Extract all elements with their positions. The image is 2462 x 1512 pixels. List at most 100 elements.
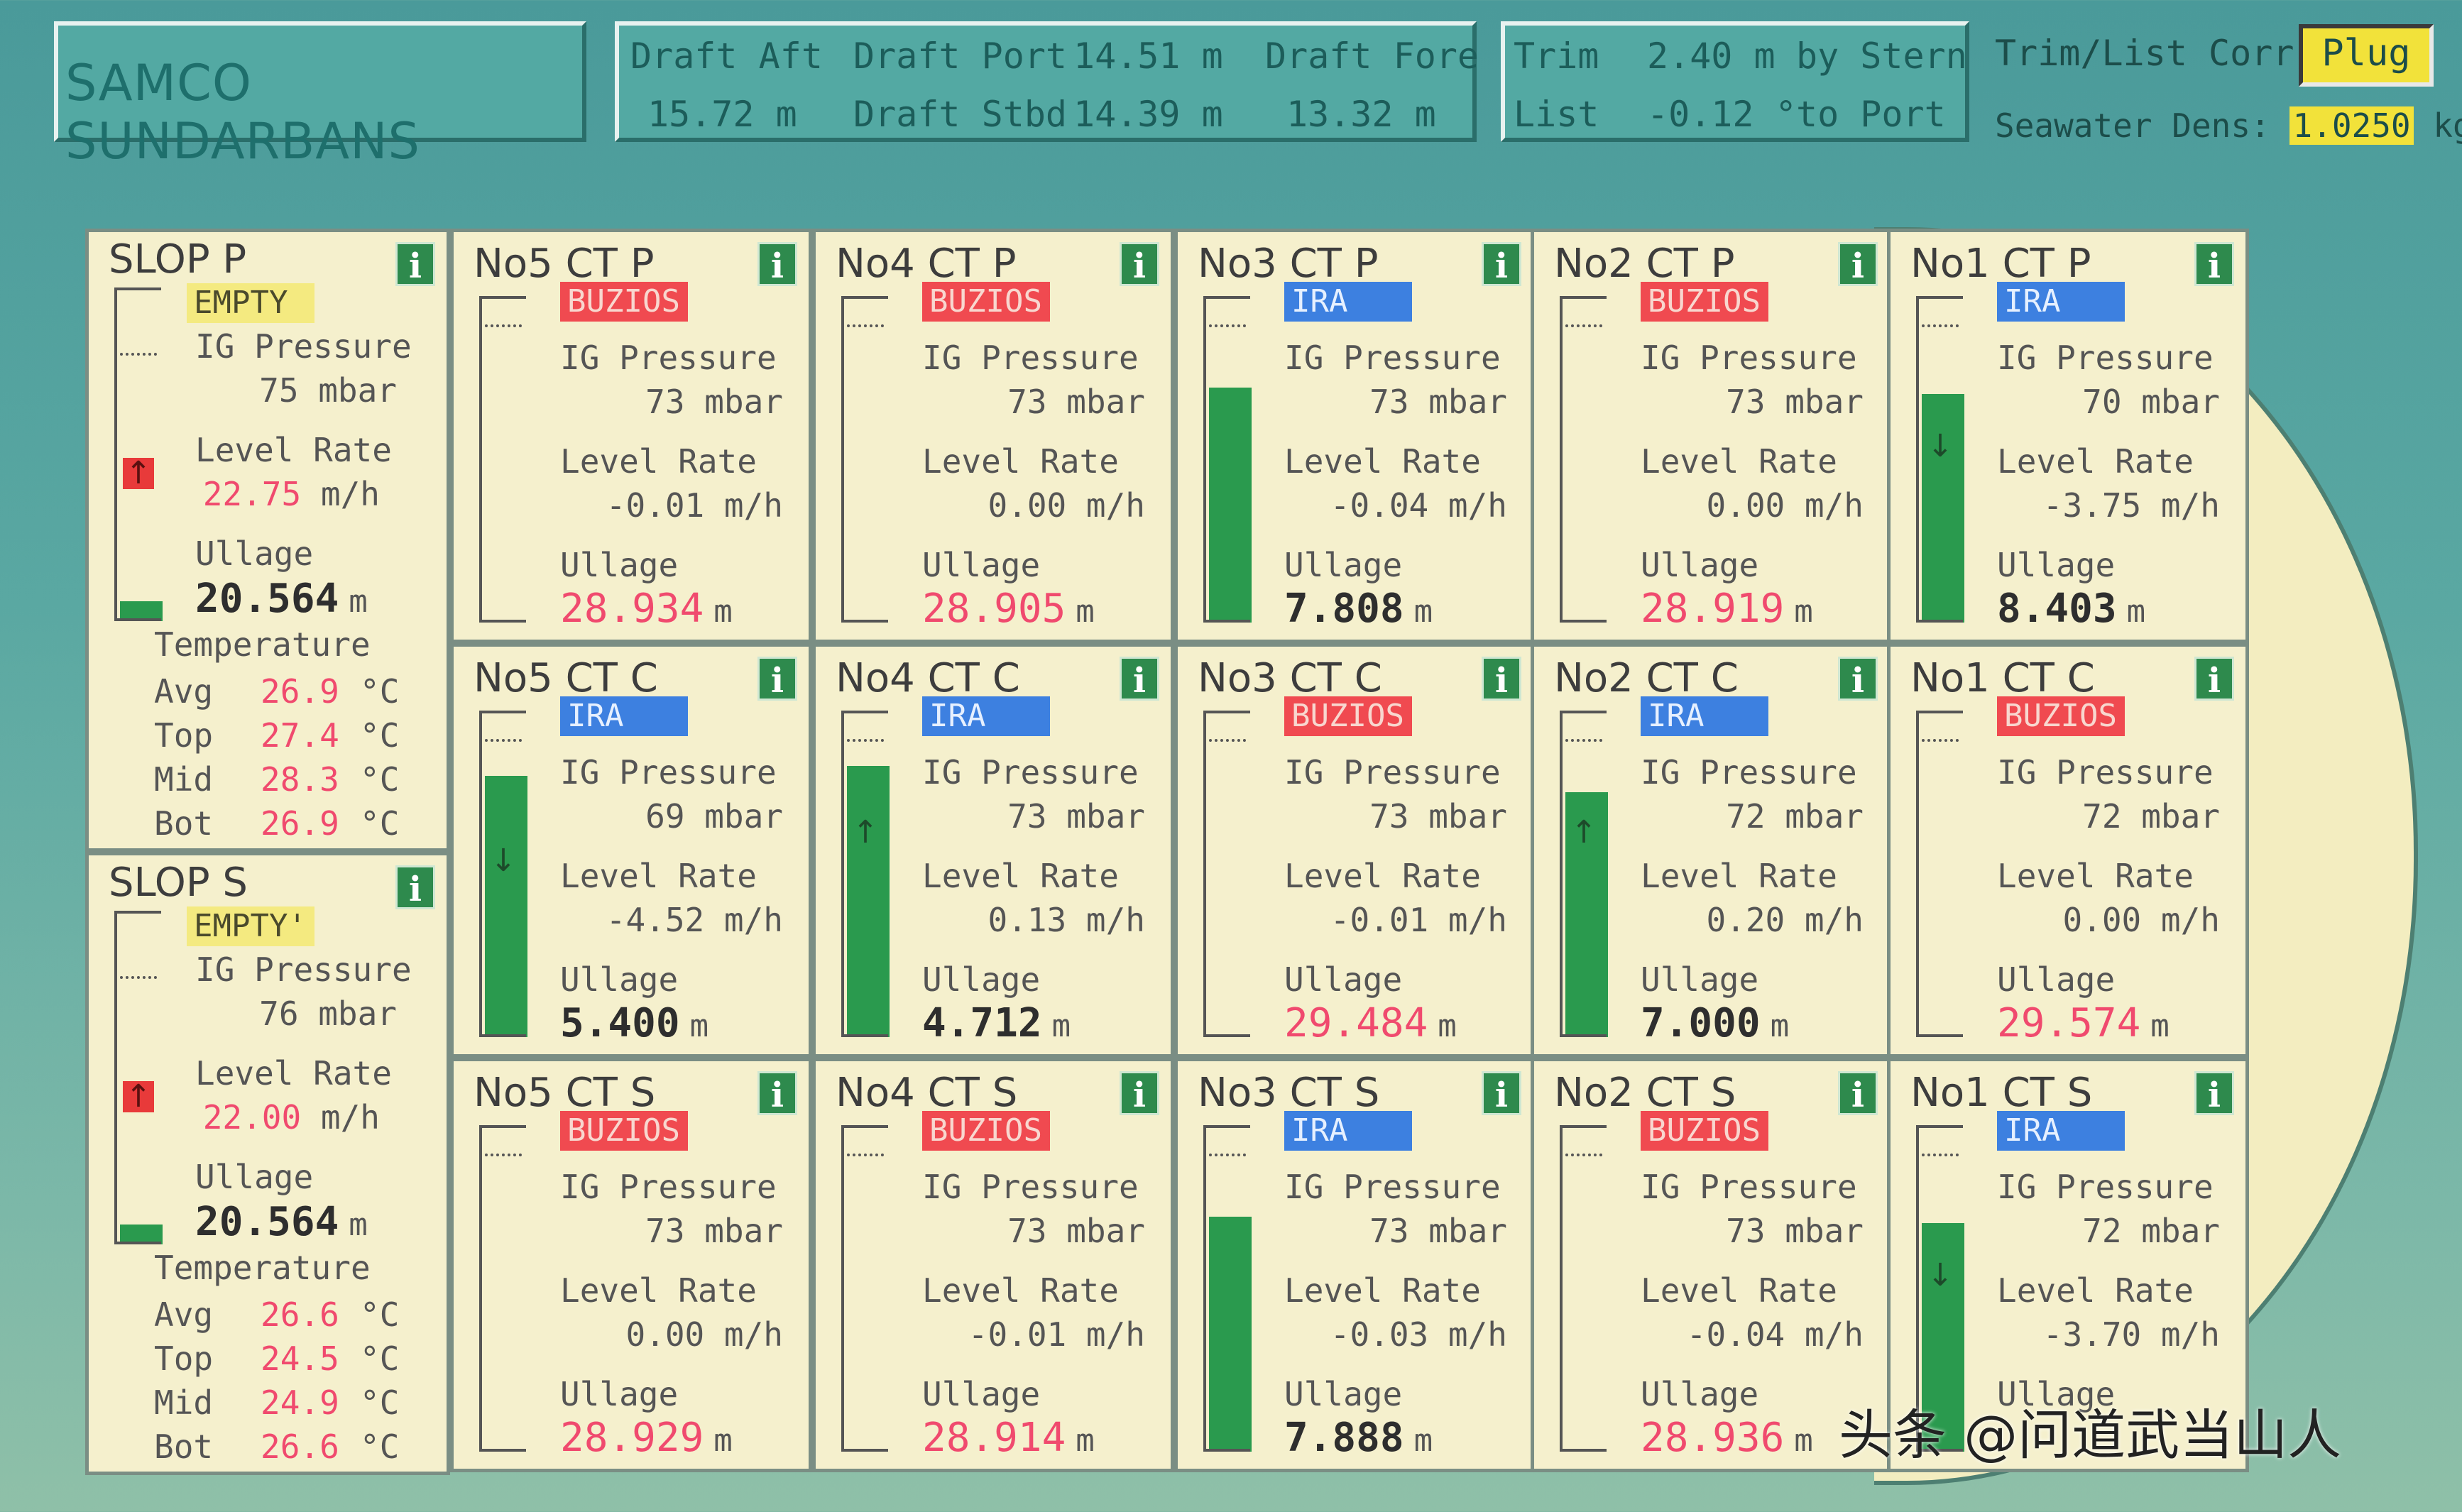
ig-pressure-value: 72 mbar (2082, 797, 2220, 836)
info-icon[interactable]: i (2194, 657, 2234, 701)
ullage-value: 8.403 m (1997, 586, 2145, 632)
level-gauge (1560, 296, 1608, 623)
level-rate-value: -4.52 m/h (606, 901, 783, 939)
gauge-top-tick (117, 287, 161, 290)
level-rate-label: Level Rate (922, 442, 1119, 481)
level-gauge (1916, 711, 1964, 1037)
gauge-top-tick (1919, 711, 1963, 713)
tank-slop-p[interactable]: SLOP P i EMPTY ↑ IG Pressure 75 mbar Lev… (85, 229, 450, 852)
ullage-number: 5.400 (560, 1000, 680, 1046)
gauge-alarm-mark (1209, 1154, 1246, 1156)
tank-cell[interactable]: No3 CT S i IRA IG Pressure 73 mbar Level Rate… (1174, 1058, 1536, 1472)
info-icon[interactable]: i (395, 242, 435, 286)
tank-cell[interactable]: No4 CT C i IRA ↑ IG Pressure 73 mbar Level Rat… (812, 643, 1174, 1058)
level-gauge (1203, 296, 1252, 623)
ig-pressure-label: IG Pressure (1284, 1168, 1501, 1206)
info-icon[interactable]: i (757, 242, 797, 286)
cargo-grade-badge: IRA (560, 696, 688, 736)
gauge-bottom-tick (844, 620, 888, 623)
tank-name: No1 CT C (1910, 655, 2095, 701)
info-icon[interactable]: i (2194, 1071, 2234, 1115)
tank-cell[interactable]: No4 CT S i BUZIOS IG Pressure 73 mbar Level R… (812, 1058, 1174, 1472)
info-icon[interactable]: i (395, 865, 435, 909)
temp-unit: °C (360, 1295, 400, 1334)
seawater-dens-value[interactable]: 1.0250 (2289, 106, 2414, 145)
ullage-number: 29.574 (1997, 1000, 2141, 1046)
tank-cell[interactable]: No5 CT P i BUZIOS IG Pressure 73 mbar Level R… (450, 229, 812, 643)
gauge-bottom-tick (117, 1242, 161, 1244)
tank-cell[interactable]: No1 CT P i IRA ↓ IG Pressure 70 mbar Level Rat… (1887, 229, 2249, 643)
ullage-value: 20.564 m (195, 1199, 368, 1245)
tank-cell[interactable]: No4 CT P i BUZIOS IG Pressure 73 mbar Level R… (812, 229, 1174, 643)
tank-cell[interactable]: No3 CT C i BUZIOS IG Pressure 73 mbar Level R… (1174, 643, 1536, 1058)
temp-unit: °C (360, 716, 400, 755)
ullage-number: 29.484 (1284, 1000, 1428, 1046)
gauge-top-tick (1206, 296, 1250, 299)
tank-cell[interactable]: No2 CT C i IRA ↑ IG Pressure 72 mbar Level Rat… (1531, 643, 1893, 1058)
level-rate-label: Level Rate (195, 1054, 392, 1092)
level-gauge (1203, 1125, 1252, 1452)
level-rate-unit: m/h (320, 475, 380, 513)
seawater-dens-row: Seawater Dens: 1.0250 kg/l (1995, 106, 2462, 145)
level-rate-value: -3.75 m/h (2042, 486, 2220, 525)
level-gauge (479, 1125, 527, 1452)
ig-pressure-value: 73 mbar (1369, 797, 1507, 836)
ullage-label: Ullage (560, 960, 679, 999)
info-icon[interactable]: i (1120, 1071, 1159, 1115)
level-rate-label: Level Rate (1284, 1271, 1481, 1310)
temp-avg-label: Avg (154, 1295, 214, 1334)
arrow-down-icon: ↓ (1927, 1257, 1954, 1293)
level-rate-value: -0.04 m/h (1686, 1315, 1864, 1354)
info-icon[interactable]: i (757, 1071, 797, 1115)
ig-pressure-label: IG Pressure (922, 339, 1139, 377)
tank-name: No4 CT C (836, 655, 1020, 701)
tank-cell[interactable]: No1 CT C i BUZIOS IG Pressure 72 mbar Level R… (1887, 643, 2249, 1058)
info-icon[interactable]: i (1482, 242, 1521, 286)
tank-cell[interactable]: No5 CT C i IRA ↓ IG Pressure 69 mbar Level Rat… (450, 643, 812, 1058)
ullage-label: Ullage (1997, 546, 2116, 584)
info-icon[interactable]: i (1482, 1071, 1521, 1115)
level-gauge: ↑ (841, 711, 890, 1037)
info-icon[interactable]: i (1482, 657, 1521, 701)
level-gauge: ↑ (114, 911, 163, 1244)
level-rate-label: Level Rate (560, 1271, 757, 1310)
info-icon[interactable]: i (1838, 1071, 1878, 1115)
level-rate-number: 22.00 (202, 1098, 302, 1136)
ullage-number: 28.936 (1641, 1415, 1785, 1461)
tank-name: No4 CT S (836, 1070, 1018, 1116)
trim-label: Trim (1514, 35, 1599, 77)
tank-cell[interactable]: No3 CT P i IRA IG Pressure 73 mbar Level Rate… (1174, 229, 1536, 643)
temp-unit: °C (360, 1428, 400, 1466)
tank-status: EMPTY' (187, 906, 314, 946)
temp-unit: °C (360, 760, 400, 799)
ullage-label: Ullage (1641, 960, 1759, 999)
level-rate-value: 22.75 m/h (203, 475, 380, 513)
ullage-value: 7.888 m (1284, 1415, 1433, 1461)
draft-stbd-value: 14.39 m (1073, 94, 1223, 135)
level-rate-value: 0.00 m/h (987, 486, 1145, 525)
tank-cell[interactable]: No5 CT S i BUZIOS IG Pressure 73 mbar Level R… (450, 1058, 812, 1472)
info-icon[interactable]: i (757, 657, 797, 701)
info-icon[interactable]: i (1838, 657, 1878, 701)
gauge-alarm-mark (1922, 739, 1959, 742)
info-icon[interactable]: i (1120, 242, 1159, 286)
info-icon[interactable]: i (1120, 657, 1159, 701)
draft-stbd-label: Draft Stbd (853, 94, 1068, 135)
trim-list-corr-plug[interactable]: Plug (2299, 24, 2434, 87)
gauge-bottom-tick (1919, 620, 1963, 623)
level-gauge (1203, 711, 1252, 1037)
arrow-down-icon: ↓ (1927, 428, 1954, 464)
level-rate-label: Level Rate (922, 1271, 1119, 1310)
tank-slop-s[interactable]: SLOP S i EMPTY' ↑ IG Pressure 76 mbar Le… (85, 852, 450, 1475)
level-gauge: ↓ (1916, 296, 1964, 623)
tank-cell[interactable]: No2 CT P i BUZIOS IG Pressure 73 mbar Level R… (1531, 229, 1893, 643)
level-rate-value: 0.00 m/h (1706, 486, 1864, 525)
cargo-grade-badge: IRA (922, 696, 1050, 736)
info-icon[interactable]: i (2194, 242, 2234, 286)
ig-pressure-label: IG Pressure (560, 753, 777, 791)
temp-bot-row: Bot 26.6 °C (154, 1428, 399, 1466)
temp-avg-value: 26.9 (261, 672, 339, 711)
ig-pressure-value: 73 mbar (1726, 383, 1864, 421)
info-icon[interactable]: i (1838, 242, 1878, 286)
ullage-unit: m (1076, 1423, 1095, 1459)
